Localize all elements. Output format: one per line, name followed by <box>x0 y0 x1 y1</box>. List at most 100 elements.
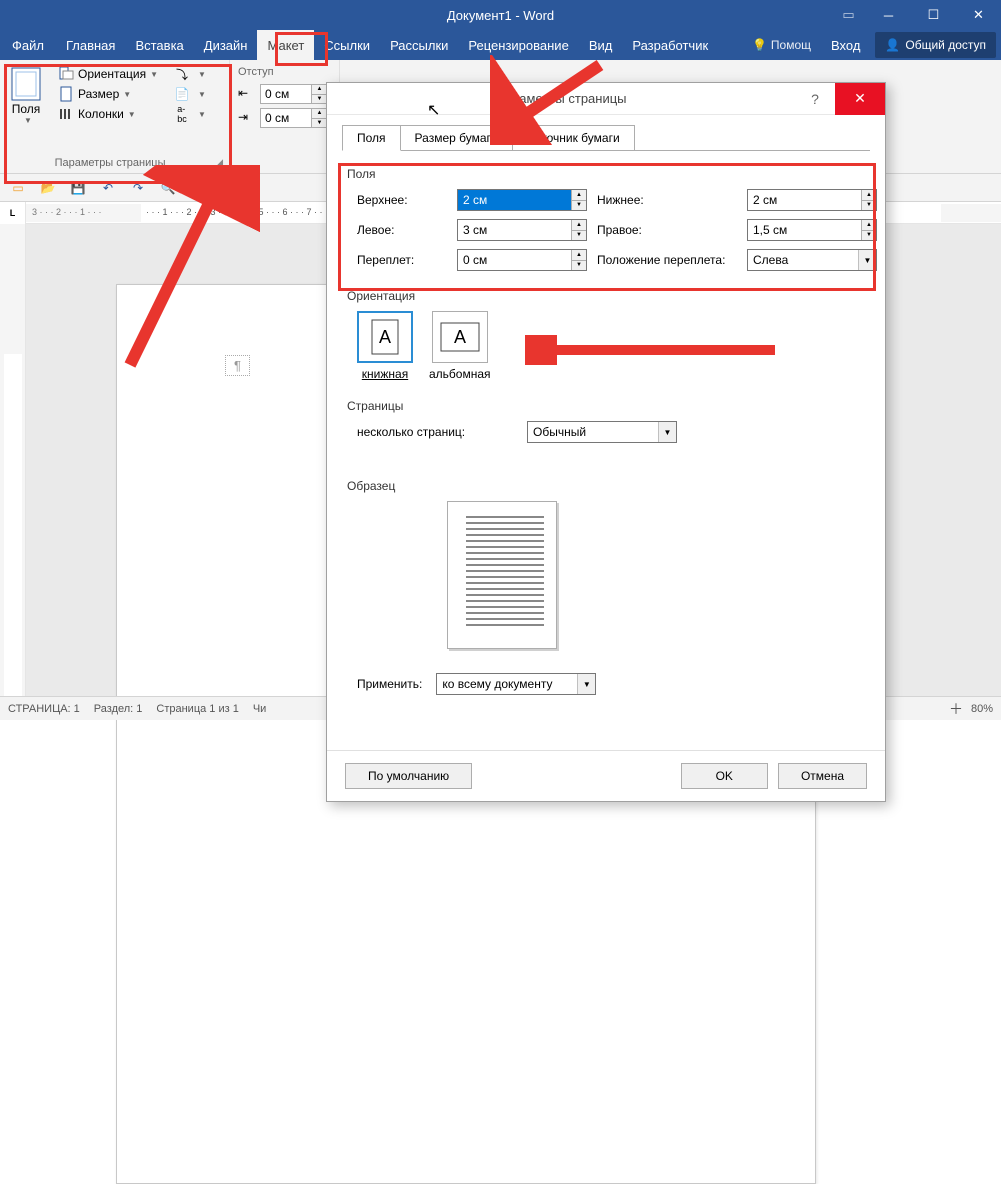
orientation-portrait[interactable]: A книжная <box>357 311 413 381</box>
spin-up[interactable]: ▲ <box>572 220 586 231</box>
orientation-button[interactable]: Ориентация▼ <box>52 64 164 84</box>
qat-redo-icon[interactable]: ↷ <box>128 178 148 198</box>
spin-down[interactable]: ▼ <box>572 231 586 241</box>
chevron-down-icon: ▼ <box>198 110 206 119</box>
tab-home[interactable]: Главная <box>56 30 125 60</box>
spin-down[interactable]: ▼ <box>312 119 327 128</box>
dialog-close-button[interactable]: ✕ <box>835 83 885 115</box>
margins-icon <box>10 68 42 100</box>
close-window-button[interactable]: ✕ <box>956 0 1001 30</box>
indent-left-row: ⇤ ▲▼ <box>234 82 335 106</box>
gutter-pos-select[interactable]: Слева▼ <box>747 249 877 271</box>
dialog-tab-paper[interactable]: Размер бумаги <box>400 125 513 151</box>
columns-label: Колонки <box>78 107 124 121</box>
status-words[interactable]: Чи <box>253 703 266 715</box>
chevron-down-icon: ▼ <box>128 110 136 119</box>
top-margin-input[interactable]: ▲▼ <box>457 189 587 211</box>
maximize-button[interactable]: ☐ <box>911 0 956 30</box>
qat-preview-icon[interactable]: 🔍 <box>158 178 178 198</box>
columns-button[interactable]: Колонки ▼ <box>52 104 164 124</box>
help-label: Помощ <box>771 38 811 52</box>
tab-insert[interactable]: Вставка <box>125 30 193 60</box>
orientation-landscape[interactable]: A альбомная <box>429 311 491 381</box>
breaks-button[interactable]: ⤵▼ <box>168 64 212 84</box>
gutter-input[interactable]: ▲▼ <box>457 249 587 271</box>
spin-down[interactable]: ▼ <box>862 201 876 211</box>
status-pageof[interactable]: Страница 1 из 1 <box>156 703 238 715</box>
indent-right-input[interactable]: ▲▼ <box>260 108 328 128</box>
qat-image-icon[interactable]: 🖼 <box>218 178 238 198</box>
chevron-down-icon: ▼ <box>198 90 206 99</box>
right-margin-input[interactable]: ▲▼ <box>747 219 877 241</box>
indent-right-row: ⇥ ▲▼ <box>234 106 335 130</box>
dialog-title-bar: Параметры страницы ? ✕ <box>327 83 885 115</box>
tab-file[interactable]: Файл <box>0 30 56 60</box>
section-fields-label: Поля <box>347 167 865 181</box>
multi-pages-select[interactable]: Обычный▼ <box>527 421 677 443</box>
spin-down[interactable]: ▼ <box>572 261 586 271</box>
minimize-button[interactable]: ─ <box>866 0 911 30</box>
tab-mailings[interactable]: Рассылки <box>380 30 458 60</box>
qat-new-icon[interactable]: ▭ <box>8 178 28 198</box>
hyphenation-button[interactable]: a-bc▼ <box>168 104 212 124</box>
spin-up[interactable]: ▲ <box>572 250 586 261</box>
margins-button[interactable]: Поля ▼ <box>4 64 48 129</box>
dialog-footer: По умолчанию OK Отмена <box>327 750 885 801</box>
qat-save-icon[interactable]: 💾 <box>68 178 88 198</box>
left-margin-input[interactable]: ▲▼ <box>457 219 587 241</box>
tab-view[interactable]: Вид <box>579 30 623 60</box>
tab-references[interactable]: Ссылки <box>314 30 380 60</box>
ribbon-options-icon[interactable]: ▭ <box>831 0 866 30</box>
cursor-icon: ↖ <box>427 100 440 120</box>
apply-to-select[interactable]: ко всему документу ▼ <box>436 673 596 695</box>
help-field[interactable]: 💡Помощ <box>742 38 821 52</box>
spin-down[interactable]: ▼ <box>572 201 586 211</box>
ok-button[interactable]: OK <box>681 763 768 789</box>
bottom-margin-input[interactable]: ▲▼ <box>747 189 877 211</box>
spin-down[interactable]: ▼ <box>312 95 327 104</box>
qat-undo-icon[interactable]: ↶ <box>98 178 118 198</box>
zoom-out-button[interactable]: ＋ <box>949 699 963 719</box>
spin-up[interactable]: ▲ <box>572 190 586 201</box>
spin-up[interactable]: ▲ <box>312 109 327 119</box>
apply-to-value: ко всему документу <box>442 677 552 691</box>
qat-open-icon[interactable]: 📂 <box>38 178 58 198</box>
spin-up[interactable]: ▲ <box>862 190 876 201</box>
tab-design[interactable]: Дизайн <box>194 30 258 60</box>
default-button[interactable]: По умолчанию <box>345 763 472 789</box>
chevron-down-icon: ▼ <box>858 250 876 270</box>
signin-button[interactable]: Вход <box>821 30 870 60</box>
chevron-down-icon: ▼ <box>577 674 595 694</box>
orientation-landscape-label: альбомная <box>429 367 491 381</box>
line-numbers-button[interactable]: 📄▼ <box>168 84 212 104</box>
indent-left-icon: ⇤ <box>238 86 256 102</box>
dialog-tab-source[interactable]: Источник бумаги <box>512 125 635 151</box>
group-indent: Отступ ⇤ ▲▼ ⇥ ▲▼ <box>230 60 340 173</box>
qat-table-icon[interactable]: ▦ <box>188 178 208 198</box>
section-preview-label: Образец <box>347 479 865 493</box>
size-button[interactable]: Размер▼ <box>52 84 164 104</box>
spin-up[interactable]: ▲ <box>312 85 327 95</box>
status-page[interactable]: СТРАНИЦА: 1 <box>8 703 80 715</box>
dialog-help-button[interactable]: ? <box>795 91 835 107</box>
tab-review[interactable]: Рецензирование <box>458 30 578 60</box>
apply-to-label: Применить: <box>357 677 422 691</box>
indent-left-input[interactable]: ▲▼ <box>260 84 328 104</box>
spin-up[interactable]: ▲ <box>862 220 876 231</box>
size-label: Размер <box>78 87 119 101</box>
ruler-vertical[interactable] <box>0 224 26 702</box>
paragraph-mark: ¶ <box>225 355 250 376</box>
dialog-tab-margins[interactable]: Поля <box>342 125 401 151</box>
breaks-icon: ⤵ <box>174 66 190 82</box>
page-setup-launcher[interactable]: ◢ <box>216 157 223 168</box>
tab-layout[interactable]: Макет <box>257 30 314 60</box>
share-button[interactable]: 👤Общий доступ <box>875 32 996 58</box>
status-section[interactable]: Раздел: 1 <box>94 703 143 715</box>
dialog-body: Поля Верхнее: ▲▼ Нижнее: ▲▼ Левое: ▲▼ Пр… <box>327 151 885 750</box>
window-title: Документ1 - Word <box>447 8 554 23</box>
spin-down[interactable]: ▼ <box>862 231 876 241</box>
dialog-tabs: Поля Размер бумаги Источник бумаги <box>327 115 885 151</box>
zoom-level[interactable]: 80% <box>971 703 993 715</box>
tab-developer[interactable]: Разработчик <box>622 30 718 60</box>
cancel-button[interactable]: Отмена <box>778 763 867 789</box>
